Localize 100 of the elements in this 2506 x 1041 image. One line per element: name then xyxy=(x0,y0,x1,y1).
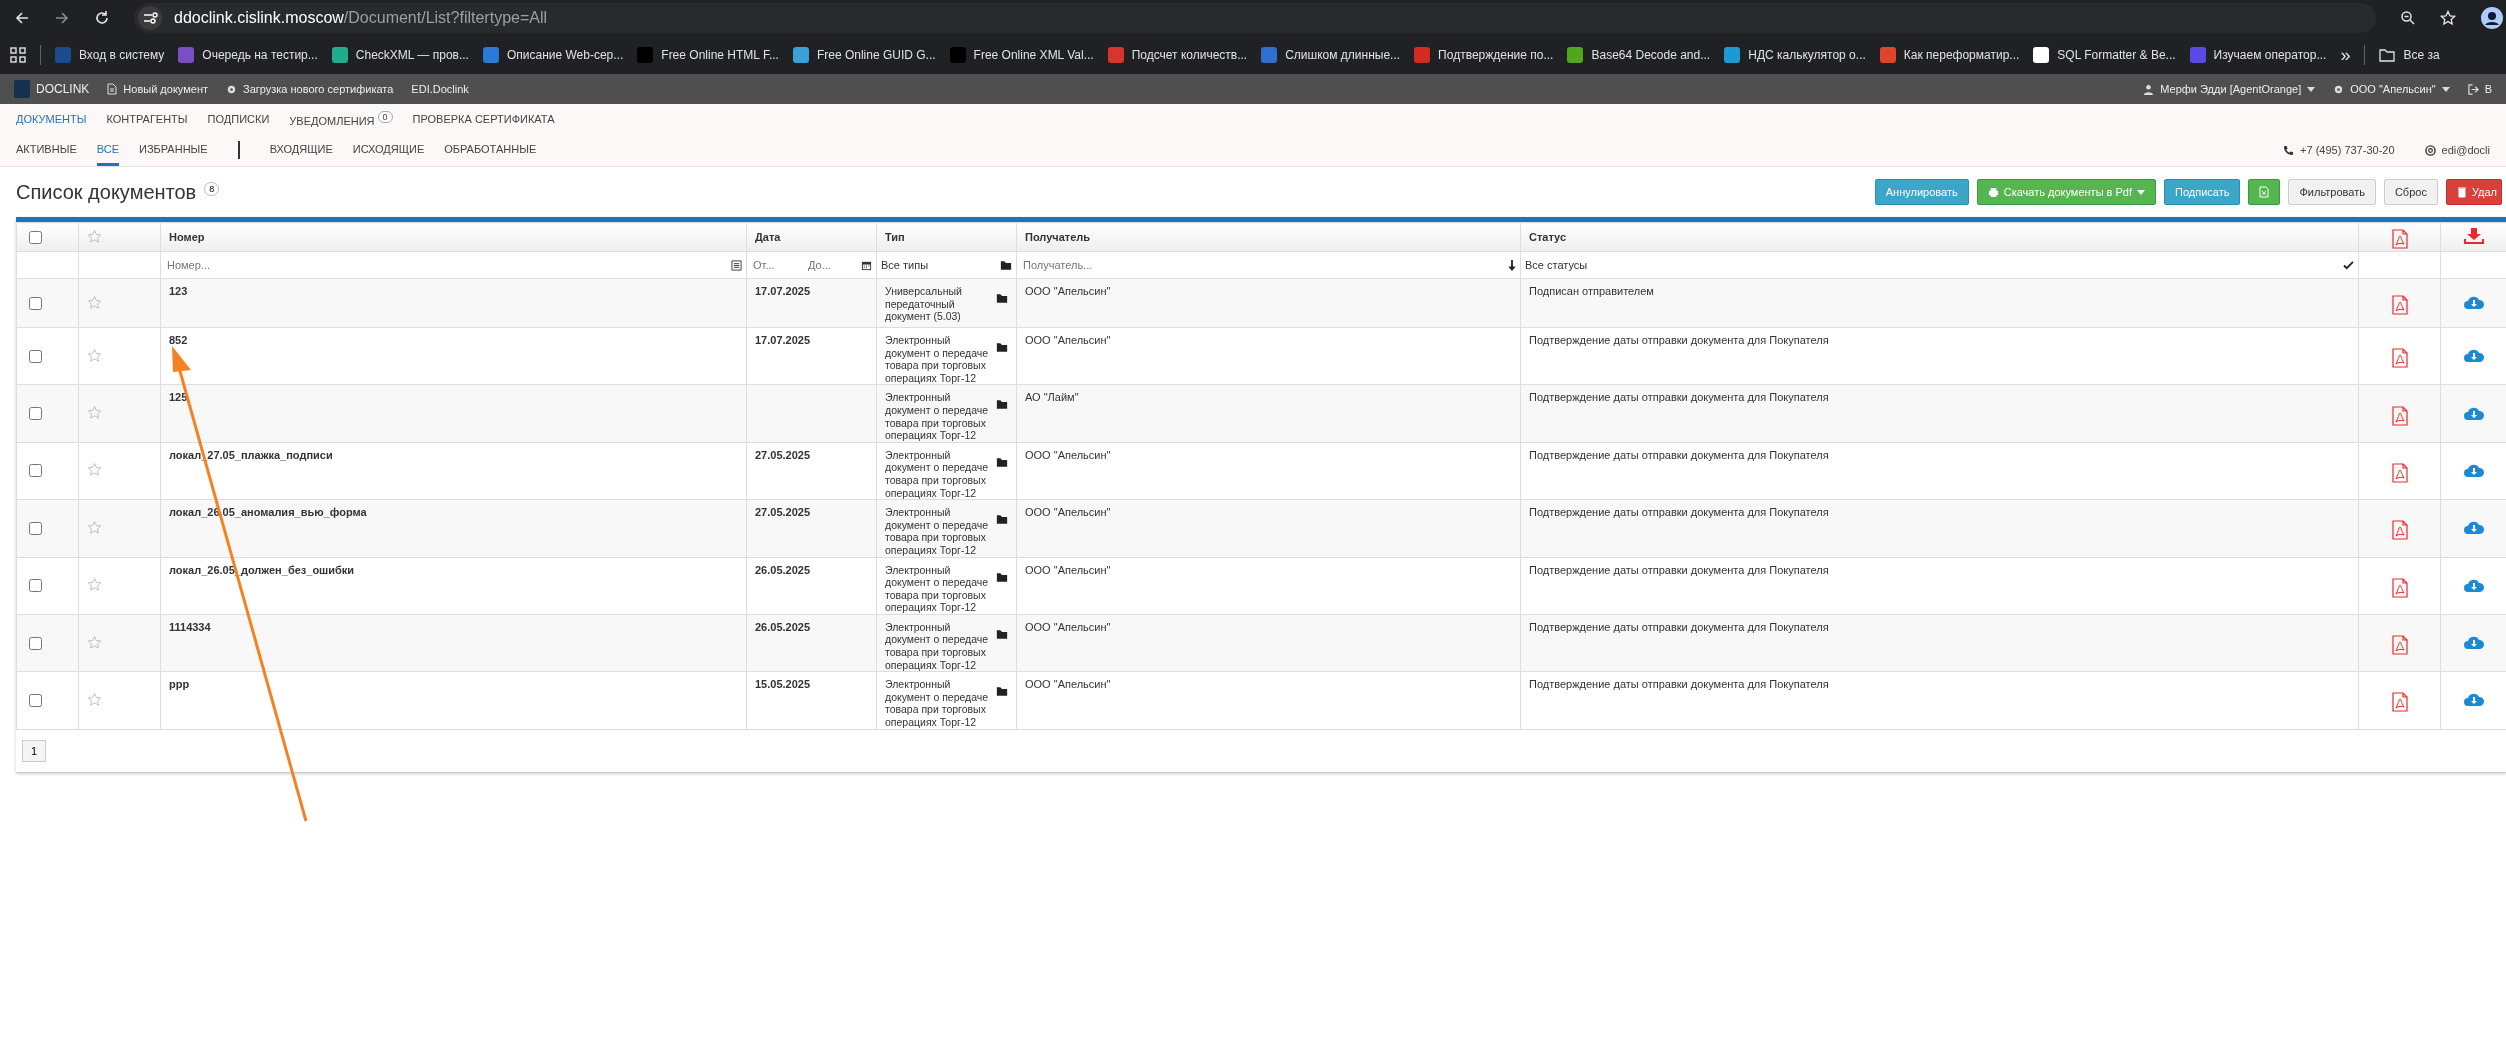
user-menu[interactable]: Мерфи Эдди [AgentOrange] xyxy=(2143,83,2316,95)
direction-tab[interactable]: ВХОДЯЩИЕ xyxy=(269,134,333,166)
back-icon[interactable] xyxy=(14,10,30,26)
toolbar-button[interactable]: Фильтровать xyxy=(2288,179,2376,205)
folder-icon xyxy=(996,514,1008,526)
bookmark[interactable]: Подтверждение по... xyxy=(1414,47,1554,63)
favorite-star-icon[interactable] xyxy=(87,634,102,650)
document-number[interactable]: 123 xyxy=(169,285,188,297)
exit-link[interactable]: В xyxy=(2467,83,2492,95)
page-title: Список документов xyxy=(16,180,197,204)
recipient-input[interactable]: Получатель... xyxy=(1021,258,1504,272)
pdf-file-icon[interactable] xyxy=(2391,295,2408,315)
nav-tab[interactable]: КОНТРАГЕНТЫ xyxy=(106,113,188,125)
header-link[interactable]: Новый документ xyxy=(107,83,208,95)
page-button[interactable]: 1 xyxy=(22,739,47,762)
bookmark[interactable]: Изучаем оператор... xyxy=(2189,47,2327,63)
direction-tab[interactable]: ИСХОДЯЩИЕ xyxy=(352,134,425,166)
other-bookmarks-folder[interactable]: Все за xyxy=(2379,48,2440,62)
brand-logo[interactable]: DOCLINK xyxy=(14,80,90,98)
row-checkbox[interactable] xyxy=(29,407,42,421)
document-date: 27.05.2025 xyxy=(755,506,811,519)
cloud-download-icon[interactable] xyxy=(2462,347,2485,364)
apps-grid-icon[interactable] xyxy=(10,47,26,63)
row-checkbox[interactable] xyxy=(29,636,42,650)
pdf-file-icon[interactable] xyxy=(2391,635,2408,656)
cloud-download-icon[interactable] xyxy=(2462,634,2485,651)
bookmark[interactable]: Подсчет количеств... xyxy=(1107,47,1248,63)
date-from-field[interactable]: От... xyxy=(751,258,802,272)
spreadsheet-icon xyxy=(2259,186,2270,198)
bookmark[interactable]: Слишком длинные... xyxy=(1261,47,1401,63)
bookmark[interactable]: Как переформатир... xyxy=(1879,47,2020,63)
pdf-file-icon[interactable] xyxy=(2391,692,2408,713)
favorite-star-icon[interactable] xyxy=(87,347,102,363)
row-checkbox[interactable] xyxy=(29,693,42,707)
favorite-star-icon[interactable] xyxy=(87,577,102,593)
bookmark[interactable]: Free Online HTML F... xyxy=(637,47,779,63)
reload-icon[interactable] xyxy=(94,10,110,26)
favorite-star-icon[interactable] xyxy=(87,462,102,478)
document-number[interactable]: ррр xyxy=(169,678,190,691)
filter-tab[interactable]: ИЗБРАННЫЕ xyxy=(139,134,208,166)
row-checkbox[interactable] xyxy=(29,579,42,593)
date-to-field[interactable]: До... xyxy=(806,258,857,272)
document-status: Подтверждение даты отправки документа для Покупателя xyxy=(1529,391,1829,404)
bookmark[interactable]: Очередь на тестир... xyxy=(178,47,318,63)
row-checkbox[interactable] xyxy=(29,296,42,310)
pdf-file-icon[interactable] xyxy=(2391,577,2408,598)
filter-tab[interactable]: ВСЕ xyxy=(96,134,119,166)
checkmark-icon xyxy=(2343,260,2354,270)
profile-icon[interactable] xyxy=(2480,6,2504,30)
address-bar[interactable]: ddoclink.cislink.moscow/Document/List?filtertype=All xyxy=(134,3,2376,33)
favorite-star-icon[interactable] xyxy=(87,519,102,535)
select-all-checkbox[interactable] xyxy=(29,230,42,244)
bookmark[interactable]: Base64 Decode and... xyxy=(1567,47,1711,63)
star-icon xyxy=(87,228,102,244)
cloud-download-icon[interactable] xyxy=(2462,294,2485,310)
pdf-file-icon[interactable] xyxy=(2391,405,2408,426)
nav-tab[interactable]: УВЕДОМЛЕНИЯ $^{0}$ xyxy=(289,111,393,127)
bookmark[interactable]: Вход в систему xyxy=(55,47,165,63)
bookmark[interactable]: Free Online GUID G... xyxy=(792,47,936,63)
number-filter-field[interactable]: Номер... xyxy=(160,251,747,279)
organization-menu[interactable]: ООО "Апельсин" xyxy=(2333,83,2450,95)
header-link[interactable]: Загрузка нового сертификата xyxy=(226,83,394,95)
favorite-star-icon[interactable] xyxy=(87,691,102,707)
bookmark[interactable]: Описание Web-сер... xyxy=(482,47,624,63)
favorite-star-icon[interactable] xyxy=(87,294,102,310)
zoom-icon[interactable] xyxy=(2400,10,2416,26)
document-status: Подтверждение даты отправки документа для Покупателя xyxy=(1529,506,1829,519)
bookmark[interactable]: SQL Formatter & Be... xyxy=(2033,47,2176,63)
pdf-file-icon[interactable] xyxy=(2391,462,2408,483)
folder-icon xyxy=(2379,48,2396,62)
pdf-file-icon[interactable] xyxy=(2391,520,2408,541)
number-input[interactable]: Номер... xyxy=(165,258,727,272)
header-link[interactable]: EDI.Doclink xyxy=(411,83,469,95)
favorite-star-icon[interactable] xyxy=(87,405,102,421)
direction-tab[interactable]: ОБРАБОТАННЫЕ xyxy=(444,134,537,166)
toolbar-button[interactable]: Удал xyxy=(2445,179,2502,205)
pdf-file-icon[interactable] xyxy=(2391,348,2408,369)
excel-export-button[interactable] xyxy=(2248,179,2281,205)
cloud-download-icon[interactable] xyxy=(2462,519,2485,536)
more-bookmarks-button[interactable]: » xyxy=(2340,44,2351,66)
row-checkbox[interactable] xyxy=(29,349,42,363)
nav-tab[interactable]: ПРОВЕРКА СЕРТИФИКАТА xyxy=(412,113,555,125)
document-number[interactable]: 852 xyxy=(169,334,188,346)
toolbar-button[interactable]: Сброс xyxy=(2383,179,2438,205)
document-number[interactable]: 1114334 xyxy=(169,620,211,633)
cloud-download-icon[interactable] xyxy=(2462,691,2485,708)
row-checkbox[interactable] xyxy=(29,464,42,478)
nav-tab[interactable]: ДОКУМЕНТЫ xyxy=(16,113,87,125)
row-checkbox[interactable] xyxy=(29,521,42,535)
folder-icon xyxy=(996,571,1008,583)
bookmark[interactable]: Free Online XML Val... xyxy=(949,47,1094,63)
recipient-filter-field[interactable]: Получатель... xyxy=(1016,251,1521,279)
forward-icon[interactable] xyxy=(54,10,70,26)
recipient-name: ООО "Апельсин" xyxy=(1025,334,1111,346)
bookmark-star-icon[interactable] xyxy=(2440,10,2456,26)
filter-tab[interactable]: АКТИВНЫЕ xyxy=(16,134,77,166)
bookmark[interactable]: CheckXML — пров... xyxy=(331,47,469,63)
bookmark[interactable]: НДС калькулятор о... xyxy=(1724,47,1866,63)
nav-tab[interactable]: ПОДПИСКИ xyxy=(207,113,270,125)
document-number[interactable]: 125 xyxy=(169,391,188,404)
